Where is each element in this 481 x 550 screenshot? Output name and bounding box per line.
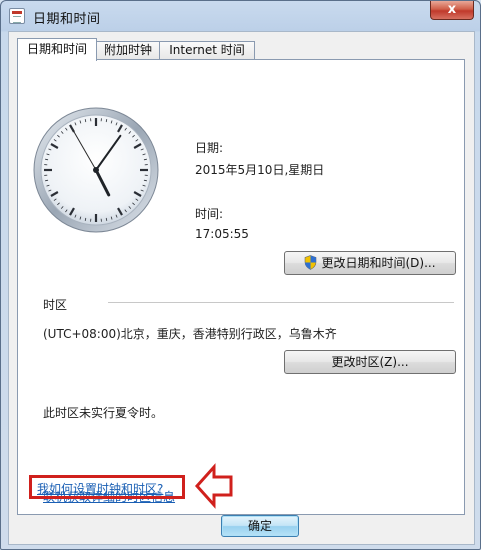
timezone-section-label: 时区 [43, 298, 68, 312]
date-label: 日期: [195, 141, 224, 155]
close-button[interactable]: x [430, 1, 474, 20]
timezone-divider [108, 302, 454, 303]
date-value: 2015年5月10日,星期日 [195, 163, 325, 177]
clock-center [93, 167, 99, 173]
date-time-dialog: 日期和时间 x 日期和时间 附加时钟 Internet 时间 日期: 2015年… [0, 0, 481, 550]
tab-additional-clocks[interactable]: 附加时钟 [96, 41, 160, 60]
time-value: 17:05:55 [195, 227, 249, 241]
timezone-value: (UTC+08:00)北京，重庆，香港特别行政区，乌鲁木齐 [43, 327, 337, 341]
calendar-icon [9, 8, 25, 24]
dst-note: 此时区未实行夏令时。 [43, 406, 164, 420]
annotation-arrow-icon [194, 463, 233, 509]
change-date-time-button[interactable]: 更改日期和时间(D)... [284, 251, 456, 275]
tab-panel: 日期: 2015年5月10日,星期日 时间: 17:05:55 更改日期和时间(… [17, 59, 465, 515]
tab-date-time[interactable]: 日期和时间 [17, 38, 97, 61]
uac-shield-icon [305, 255, 317, 270]
time-label: 时间: [195, 207, 224, 221]
change-timezone-button[interactable]: 更改时区(Z)... [284, 350, 456, 374]
dialog-body: 日期和时间 附加时钟 Internet 时间 日期: 2015年5月10日,星期… [8, 31, 475, 545]
tab-internet-time[interactable]: Internet 时间 [159, 41, 255, 60]
window-title: 日期和时间 [33, 12, 101, 27]
ok-button[interactable]: 确定 [221, 515, 299, 537]
annotation-highlight-box [29, 475, 185, 499]
title-bar[interactable]: 日期和时间 x [1, 1, 480, 31]
analog-clock [33, 107, 159, 233]
change-date-time-label: 更改日期和时间(D)... [321, 256, 436, 270]
